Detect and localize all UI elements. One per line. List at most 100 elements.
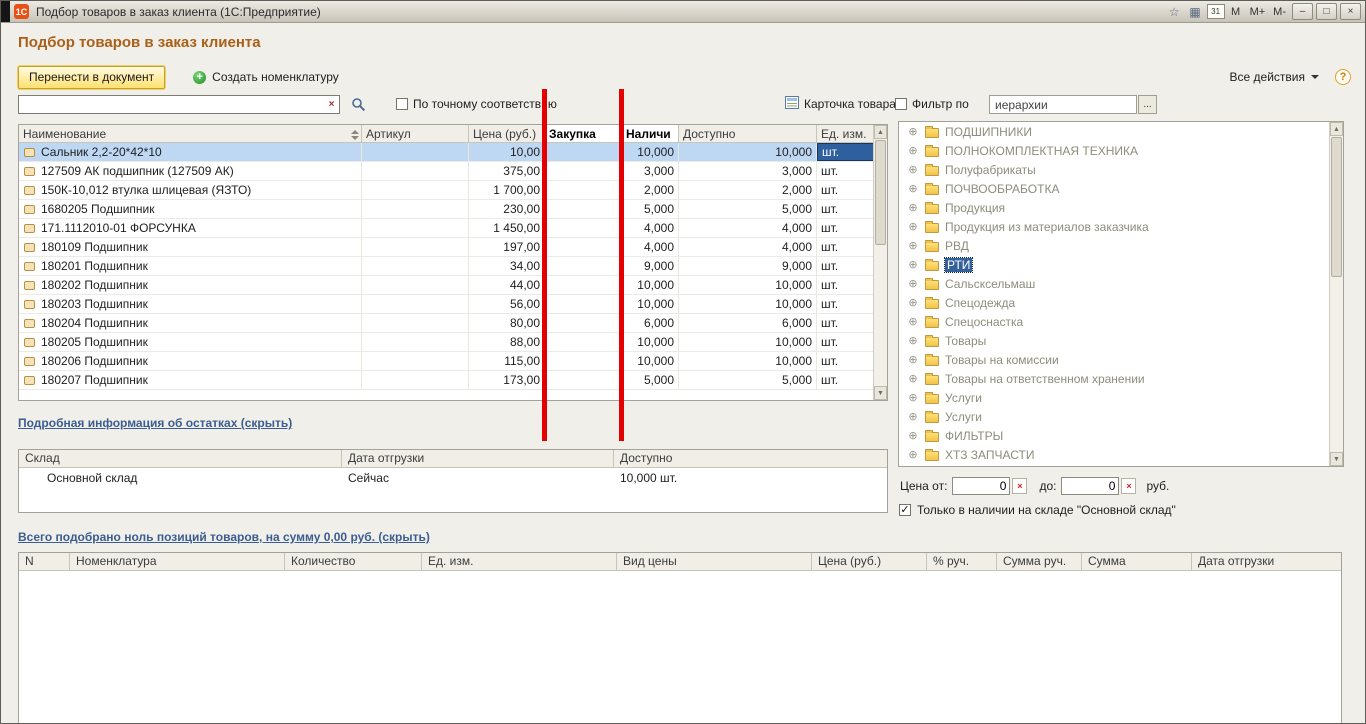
cell-name[interactable]: 180206 Подшипник [19, 352, 362, 370]
selection-header-cell[interactable]: Вид цены [617, 553, 812, 570]
expand-icon[interactable]: ⊕ [907, 429, 919, 442]
tree-item[interactable]: ⊕РТИ [899, 255, 1329, 274]
product-row[interactable]: 180207 Подшипник173,005,0005,000шт. [19, 371, 875, 390]
cell-name[interactable]: 150К-10,012 втулка шлицевая (ЯЗТО) [19, 181, 362, 199]
cell-available[interactable]: 10,000 [679, 295, 817, 313]
expand-icon[interactable]: ⊕ [907, 391, 919, 404]
close-button[interactable]: × [1340, 3, 1361, 20]
cell-available[interactable]: 4,000 [679, 219, 817, 237]
cell-available[interactable]: 3,000 [679, 162, 817, 180]
exact-match-checkbox[interactable] [396, 98, 408, 110]
cell-purchase[interactable] [545, 143, 622, 161]
header-available[interactable]: Доступно [679, 125, 817, 142]
cell-article[interactable] [362, 143, 469, 161]
cell-unit[interactable]: шт. [817, 257, 875, 275]
memory-m-minus-button[interactable]: М- [1270, 4, 1289, 20]
header-stock[interactable]: Наличи [622, 125, 679, 142]
cell-stock[interactable]: 2,000 [622, 181, 679, 199]
cell-unit[interactable]: шт. [817, 181, 875, 199]
cell-stock[interactable]: 10,000 [622, 352, 679, 370]
cell-purchase[interactable] [545, 219, 622, 237]
cell-purchase[interactable] [545, 238, 622, 256]
header-purchase[interactable]: Закупка [545, 125, 622, 142]
cell-name[interactable]: 180205 Подшипник [19, 333, 362, 351]
summary-link[interactable]: Всего подобрано ноль позиций товаров, на… [18, 530, 430, 544]
selection-header-cell[interactable]: Сумма руч. [997, 553, 1082, 570]
cell-unit[interactable]: шт. [817, 200, 875, 218]
cell-article[interactable] [362, 238, 469, 256]
cell-unit[interactable]: шт. [817, 276, 875, 294]
hierarchy-select-button[interactable]: ... [1138, 95, 1157, 114]
selection-header-cell[interactable]: Дата отгрузки [1192, 553, 1341, 570]
selection-header-cell[interactable]: Количество [285, 553, 422, 570]
stock-details-link[interactable]: Подробная информация об остатках (скрыть… [18, 416, 292, 430]
header-warehouse[interactable]: Склад [19, 450, 342, 467]
tree-item[interactable]: ⊕Сальсксельмаш [899, 274, 1329, 293]
cell-price[interactable]: 10,00 [469, 143, 545, 161]
tree-item[interactable]: ⊕ПОЛНОКОМПЛЕКТНАЯ ТЕХНИКА [899, 141, 1329, 160]
header-article[interactable]: Артикул [362, 125, 469, 142]
selection-header-cell[interactable]: Цена (руб.) [812, 553, 927, 570]
favorites-icon[interactable]: ☆ [1165, 4, 1184, 20]
expand-icon[interactable]: ⊕ [907, 163, 919, 176]
product-row[interactable]: Сальник 2,2-20*42*1010,0010,00010,000шт. [19, 143, 875, 162]
cell-stock[interactable]: 3,000 [622, 162, 679, 180]
product-table-scrollbar[interactable]: ▲ ▼ [873, 125, 887, 400]
cell-available[interactable]: 10,000 [679, 352, 817, 370]
expand-icon[interactable]: ⊕ [907, 182, 919, 195]
expand-icon[interactable]: ⊕ [907, 125, 919, 138]
cell-stock[interactable]: 4,000 [622, 219, 679, 237]
tree-item[interactable]: ⊕Товары на ответственном хранении [899, 369, 1329, 388]
filter-by-checkbox-group[interactable]: Фильтр по [895, 97, 969, 111]
cell-stock[interactable]: 4,000 [622, 238, 679, 256]
cell-article[interactable] [362, 314, 469, 332]
expand-icon[interactable]: ⊕ [907, 372, 919, 385]
cell-price[interactable]: 44,00 [469, 276, 545, 294]
clear-search-icon[interactable]: × [324, 97, 339, 112]
clear-price-to-icon[interactable]: × [1121, 478, 1136, 494]
cell-available[interactable]: 2,000 [679, 181, 817, 199]
cell-price[interactable]: 80,00 [469, 314, 545, 332]
tree-scrollbar[interactable]: ▲ ▼ [1329, 122, 1343, 466]
cell-unit[interactable]: шт. [817, 143, 875, 161]
filter-by-checkbox[interactable] [895, 98, 907, 110]
cell-unit[interactable]: шт. [817, 314, 875, 332]
tree-item[interactable]: ⊕ХТЗ ЗАПЧАСТИ [899, 445, 1329, 464]
memory-m-button[interactable]: М [1227, 4, 1245, 20]
tree-item[interactable]: ⊕ПОЧВООБРАБОТКА [899, 179, 1329, 198]
tree-item[interactable]: ⊕ПОДШИПНИКИ [899, 122, 1329, 141]
cell-price[interactable]: 115,00 [469, 352, 545, 370]
product-row[interactable]: 171.1112010-01 ФОРСУНКА1 450,004,0004,00… [19, 219, 875, 238]
cell-name[interactable]: 180202 Подшипник [19, 276, 362, 294]
cell-available[interactable]: 6,000 [679, 314, 817, 332]
cell-purchase[interactable] [545, 295, 622, 313]
cell-unit[interactable]: шт. [817, 333, 875, 351]
selection-header-cell[interactable]: Номенклатура [70, 553, 285, 570]
scroll-down-icon[interactable]: ▼ [1330, 452, 1343, 466]
cell-stock[interactable]: 10,000 [622, 295, 679, 313]
calendar-icon[interactable]: 31 [1207, 4, 1225, 19]
cell-unit[interactable]: шт. [817, 295, 875, 313]
expand-icon[interactable]: ⊕ [907, 448, 919, 461]
create-nomenclature-button[interactable]: + Создать номенклатуру [193, 70, 339, 84]
cell-unit[interactable]: шт. [817, 238, 875, 256]
cell-name[interactable]: 180201 Подшипник [19, 257, 362, 275]
selection-header-cell[interactable]: Ед. изм. [422, 553, 617, 570]
tree-item[interactable]: ⊕Продукция [899, 198, 1329, 217]
tree-item[interactable]: ⊕РВД [899, 236, 1329, 255]
maximize-button[interactable]: □ [1316, 3, 1337, 20]
cell-stock[interactable]: 10,000 [622, 276, 679, 294]
search-icon[interactable] [351, 97, 366, 115]
clear-price-from-icon[interactable]: × [1012, 478, 1027, 494]
cell-article[interactable] [362, 162, 469, 180]
cell-available[interactable]: 5,000 [679, 371, 817, 389]
cell-stock[interactable]: 6,000 [622, 314, 679, 332]
cell-available[interactable]: 10,000 [679, 143, 817, 161]
scroll-thumb[interactable] [1331, 137, 1342, 277]
in-stock-checkbox[interactable]: ✓ [899, 504, 911, 516]
cell-purchase[interactable] [545, 257, 622, 275]
cell-unit[interactable]: шт. [817, 219, 875, 237]
cell-stock[interactable]: 10,000 [622, 333, 679, 351]
product-row[interactable]: 180206 Подшипник115,0010,00010,000шт. [19, 352, 875, 371]
tree-item[interactable]: ⊕ФИЛЬТРЫ [899, 426, 1329, 445]
